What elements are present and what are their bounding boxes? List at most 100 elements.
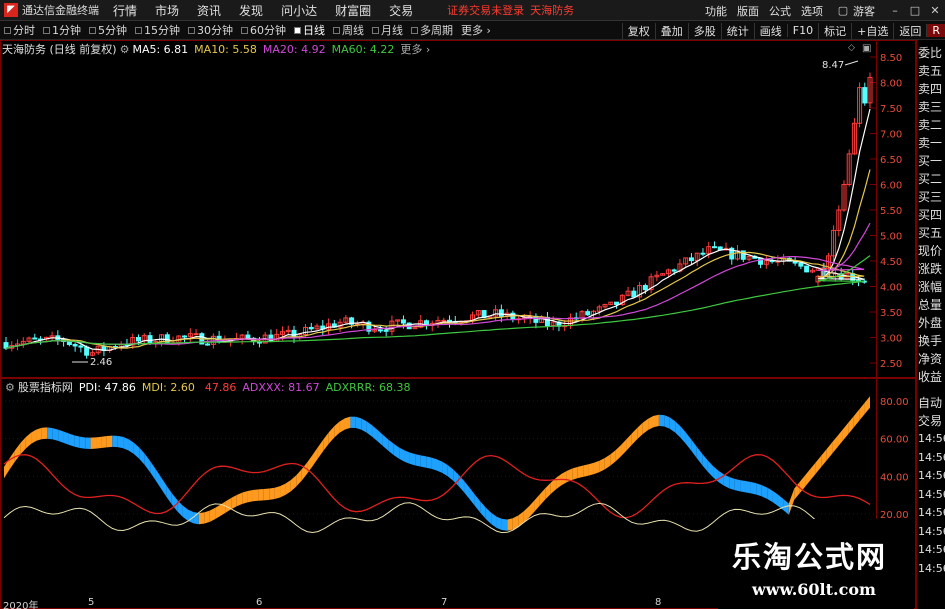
menu-shichang[interactable]: 市场	[155, 2, 179, 19]
r-button[interactable]: R	[926, 24, 945, 37]
period-toolbar: 分时 1分钟 5分钟 15分钟 30分钟 60分钟 日线 周线 月线 多周期 更…	[0, 21, 945, 40]
back-button[interactable]: 返回	[893, 22, 926, 39]
fuquan-button[interactable]: 复权	[621, 22, 655, 39]
indicator-band-segment	[761, 485, 768, 499]
high-pointer	[844, 60, 859, 66]
indicator-band-segment	[85, 437, 91, 449]
menu-gongneng[interactable]: 功能	[705, 3, 727, 19]
rp-weibi: 委比	[918, 46, 943, 60]
candle-body	[84, 346, 90, 356]
indicator-band-segment	[31, 429, 37, 444]
y-tick-label: 60.00	[880, 435, 909, 446]
menu-hangqing[interactable]: 行情	[113, 2, 137, 19]
multi-stock-button[interactable]: 多股	[687, 22, 721, 39]
draw-line-button[interactable]: 画线	[753, 22, 787, 39]
maximize-icon[interactable]: □	[905, 4, 925, 17]
menu-wenxiaoda[interactable]: 问小达	[281, 2, 317, 19]
f10-button[interactable]: F10	[786, 24, 818, 37]
candle-body	[400, 319, 406, 324]
tab-auto[interactable]: 自动	[917, 394, 945, 412]
gear-icon[interactable]: ⚙	[5, 381, 15, 394]
trade-login-status[interactable]: 证券交易未登录	[447, 2, 524, 18]
indicator-band-segment	[323, 432, 329, 451]
indicator-band-segment	[258, 489, 264, 501]
indicator-band-segment	[290, 475, 297, 492]
indicator-band-segment	[117, 435, 124, 449]
period-30min[interactable]: 30分钟	[184, 22, 237, 38]
overlay-button[interactable]: 叠加	[654, 22, 688, 39]
period-1min[interactable]: 1分钟	[39, 22, 85, 38]
period-15min[interactable]: 15分钟	[131, 22, 184, 38]
period-5min[interactable]: 5分钟	[85, 22, 131, 38]
menu-caifuquan[interactable]: 财富圈	[335, 2, 371, 19]
indicator-band-segment	[507, 518, 513, 531]
y-tick-label: 8.00	[880, 79, 902, 90]
menu-bar: ◤ 通达信金融终端 行情 市场 资讯 发现 问小达 财富圈 交易 证券交易未登录…	[0, 0, 945, 21]
period-monthly[interactable]: 月线	[368, 22, 407, 38]
expand-icon[interactable]: ▣	[862, 43, 871, 54]
period-fenshi[interactable]: 分时	[0, 22, 39, 38]
indicator-band-segment	[399, 447, 405, 462]
indicator-band-segment	[242, 491, 248, 504]
menu-xuanxiang[interactable]: 选项	[801, 3, 823, 19]
mark-button[interactable]: 标记	[818, 22, 851, 39]
guest-user[interactable]: 游客	[853, 3, 875, 19]
menu-gongshi[interactable]: 公式	[769, 3, 791, 19]
checkbox-icon	[333, 26, 340, 34]
rp-sell1: 卖一	[918, 136, 943, 150]
indicator-band-segment	[837, 429, 843, 448]
ma5-line	[5, 108, 871, 351]
period-more[interactable]: 更多 ›	[457, 22, 495, 38]
checkbox-icon	[89, 26, 96, 34]
candle-body	[798, 262, 804, 267]
indicator-band-segment	[63, 431, 69, 445]
add-watchlist-button[interactable]: +自选	[851, 22, 893, 39]
candle-body	[205, 343, 211, 346]
menu-banmian[interactable]: 版面	[737, 3, 759, 19]
indicator-band-segment	[74, 435, 80, 448]
tick-time: 14:56	[918, 469, 945, 482]
x-label-year: 2020年	[3, 601, 39, 609]
checkbox-icon	[411, 26, 418, 34]
quote-side-panel: 委比 卖五 卖四 卖三 卖二 卖一 买一 买二 买三 买四 买五 现价 涨跌 涨…	[916, 40, 945, 609]
diamond-icon[interactable]: ◇	[848, 43, 855, 53]
gear-icon[interactable]: ⚙	[120, 43, 130, 56]
indicator-band-segment	[247, 489, 253, 503]
candle-body	[700, 252, 706, 255]
indicator-band-segment	[171, 493, 178, 512]
indicator-band-segment	[842, 422, 849, 441]
tab-trade[interactable]: 交易	[917, 412, 945, 430]
period-weekly[interactable]: 周线	[329, 22, 368, 38]
close-icon[interactable]: ✕	[925, 4, 945, 17]
rp-sell5: 卖五	[918, 64, 943, 78]
mdi-value: MDI: 2.60	[141, 380, 195, 394]
minimize-icon[interactable]: –	[885, 4, 905, 17]
indicator-band-segment	[236, 492, 243, 507]
indicator-band-segment	[864, 396, 870, 415]
indicator-band-segment	[58, 429, 64, 443]
period-multi[interactable]: 多周期	[407, 22, 457, 38]
menu-faxian[interactable]: 发现	[239, 2, 263, 19]
more-indicator-button[interactable]: 更多 ›	[400, 41, 430, 57]
indicator-band-segment	[859, 402, 865, 421]
menu-jiaoyi[interactable]: 交易	[389, 2, 413, 19]
indicator-name[interactable]: 股票指标网	[18, 379, 73, 395]
indicator-band-segment	[139, 447, 145, 466]
rp-volume: 总量	[918, 298, 943, 312]
period-label: 5分钟	[98, 24, 127, 37]
menu-zixun[interactable]: 资讯	[197, 2, 221, 19]
candle-body	[642, 285, 648, 291]
ma60-line	[5, 255, 871, 349]
period-60min[interactable]: 60分钟	[237, 22, 290, 38]
statistics-button[interactable]: 统计	[720, 22, 754, 39]
user-icon[interactable]: ▢	[833, 4, 853, 17]
period-daily[interactable]: 日线	[290, 22, 329, 38]
candle-body	[193, 333, 199, 336]
indicator-band-segment	[729, 477, 735, 491]
indicator-band-segment	[334, 421, 340, 438]
indicator-band-segment	[545, 482, 551, 500]
indicator-band-segment	[626, 433, 632, 451]
moving-average-lines	[5, 108, 871, 351]
indicator-band-segment	[41, 427, 48, 440]
indicator-band-segment	[301, 462, 308, 481]
